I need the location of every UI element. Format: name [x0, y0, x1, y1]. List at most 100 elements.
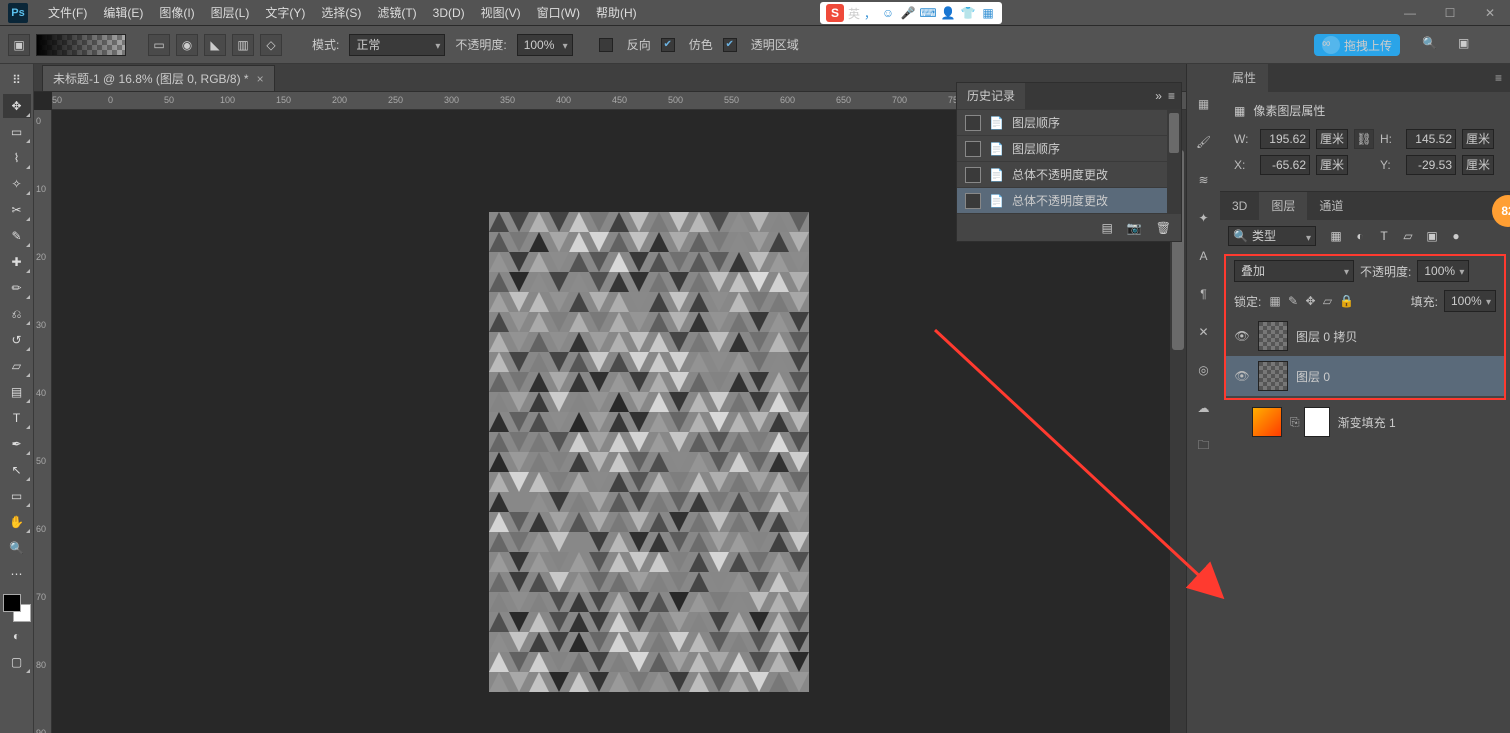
search-icon[interactable]: 🔍 [1422, 36, 1440, 54]
marquee-tool[interactable]: ▭ [3, 120, 31, 144]
filter-smart-icon[interactable]: ▣ [1424, 229, 1440, 243]
adjust-panel-icon[interactable]: ≋ [1194, 170, 1214, 190]
history-item[interactable]: 📄总体不透明度更改 [957, 161, 1181, 187]
menu-layer[interactable]: 图层(L) [203, 0, 258, 26]
eraser-tool[interactable]: ▱ [3, 354, 31, 378]
pen-tool[interactable]: ✒ [3, 432, 31, 456]
path-select-tool[interactable]: ↖ [3, 458, 31, 482]
tools-panel-icon[interactable]: ✕ [1194, 322, 1214, 342]
maximize-button[interactable]: ☐ [1430, 0, 1470, 26]
grip-icon[interactable]: ⠿ [3, 68, 31, 92]
screenmode-toggle[interactable]: ▢ [3, 650, 31, 674]
shape-tool[interactable]: ▭ [3, 484, 31, 508]
layer-row[interactable]: 👁 图层 0 [1226, 356, 1504, 396]
dither-checkbox[interactable] [661, 38, 675, 52]
color-swatch[interactable] [3, 594, 31, 622]
close-tab-icon[interactable]: × [257, 72, 264, 86]
lock-brush-icon[interactable]: ✎ [1288, 294, 1298, 308]
layer-name[interactable]: 渐变填充 1 [1338, 414, 1396, 431]
menu-select[interactable]: 选择(S) [313, 0, 369, 26]
folder-panel-icon[interactable]: 🗀 [1194, 436, 1214, 456]
transparent-checkbox[interactable] [723, 38, 737, 52]
history-panel[interactable]: 历史记录 »≡ 📄图层顺序📄图层顺序📄总体不透明度更改📄总体不透明度更改 ▤ 📷… [956, 82, 1182, 242]
fg-color[interactable] [3, 594, 21, 612]
person-icon[interactable]: 👤 [940, 5, 956, 21]
lasso-tool[interactable]: ⌇ [3, 146, 31, 170]
history-item[interactable]: 📄图层顺序 [957, 109, 1181, 135]
ime-bar[interactable]: S 英 ， ☺ 🎤 ⌨ 👤 👕 ▦ [820, 2, 1002, 24]
layer-thumbnail[interactable] [1252, 407, 1282, 437]
brush-tool[interactable]: ✏ [3, 276, 31, 300]
minimize-button[interactable]: — [1390, 0, 1430, 26]
move-tool[interactable]: ✥ [3, 94, 31, 118]
h-input[interactable]: 145.52 [1406, 129, 1456, 149]
blend-mode-dropdown[interactable]: 正常 [349, 34, 445, 56]
h-unit[interactable]: 厘米 [1462, 129, 1494, 149]
layer-thumbnail[interactable] [1258, 321, 1288, 351]
ruler-vertical[interactable]: 0102030405060708090 [34, 110, 52, 733]
reverse-checkbox[interactable] [599, 38, 613, 52]
w-unit[interactable]: 厘米 [1316, 129, 1348, 149]
layer-blend-dropdown[interactable]: 叠加 [1234, 260, 1354, 282]
y-input[interactable]: -29.53 [1406, 155, 1456, 175]
y-unit[interactable]: 厘米 [1462, 155, 1494, 175]
tool-preset-button[interactable]: ▣ [8, 34, 30, 56]
color-panel-icon[interactable]: ▦ [1194, 94, 1214, 114]
menu-3d[interactable]: 3D(D) [425, 0, 473, 26]
paragraph-panel-icon[interactable]: ¶ [1194, 284, 1214, 304]
gradient-tool[interactable]: ▤ [3, 380, 31, 404]
history-scrollbar[interactable] [1167, 109, 1181, 213]
layer-name[interactable]: 图层 0 [1296, 368, 1330, 385]
lock-all-icon[interactable]: 🔒 [1339, 294, 1354, 308]
tab-channels[interactable]: 通道 [1307, 192, 1355, 220]
tab-layers[interactable]: 图层 [1259, 192, 1307, 220]
grad-angle-icon[interactable]: ◣ [204, 34, 226, 56]
lock-pixels-icon[interactable]: ▦ [1269, 294, 1280, 308]
hand-tool[interactable]: ✋ [3, 510, 31, 534]
layer-name[interactable]: 图层 0 拷贝 [1296, 328, 1357, 345]
menu-edit[interactable]: 编辑(E) [95, 0, 151, 26]
grad-diamond-icon[interactable]: ◇ [260, 34, 282, 56]
menu-view[interactable]: 视图(V) [473, 0, 529, 26]
healing-tool[interactable]: ✚ [3, 250, 31, 274]
workspace-icon[interactable]: ▣ [1458, 36, 1476, 54]
lock-move-icon[interactable]: ✥ [1305, 294, 1315, 308]
close-button[interactable]: ✕ [1470, 0, 1510, 26]
char-panel-icon[interactable]: A [1194, 246, 1214, 266]
cloud-upload-button[interactable]: ∞ 拖拽上传 [1314, 34, 1400, 56]
filter-type-icon[interactable]: T [1376, 229, 1392, 243]
menu-type[interactable]: 文字(Y) [257, 0, 313, 26]
tab-3d[interactable]: 3D [1220, 192, 1259, 220]
x-input[interactable]: -65.62 [1260, 155, 1310, 175]
quick-select-tool[interactable]: ✧ [3, 172, 31, 196]
navigator-panel-icon[interactable]: ◎ [1194, 360, 1214, 380]
zoom-tool[interactable]: 🔍 [3, 536, 31, 560]
layer-mask-thumbnail[interactable] [1304, 407, 1330, 437]
collapse-icon[interactable]: » [1155, 89, 1162, 103]
crop-tool[interactable]: ✂ [3, 198, 31, 222]
quickmask-toggle[interactable]: ◐ [3, 624, 31, 648]
scroll-thumb[interactable] [1169, 113, 1179, 153]
w-input[interactable]: 195.62 [1260, 129, 1310, 149]
mic-icon[interactable]: 🎤 [900, 5, 916, 21]
edit-toolbar[interactable]: ⋯ [3, 562, 31, 586]
clone-tool[interactable]: ⎌ [3, 302, 31, 326]
type-tool[interactable]: T [3, 406, 31, 430]
history-brush-tool[interactable]: ↺ [3, 328, 31, 352]
toolbox-icon[interactable]: ▦ [980, 5, 996, 21]
artboard[interactable] [489, 212, 809, 692]
tab-properties[interactable]: 属性 [1220, 64, 1268, 92]
visibility-icon[interactable]: 👁 [1234, 369, 1250, 383]
history-item[interactable]: 📄图层顺序 [957, 135, 1181, 161]
menu-image[interactable]: 图像(I) [151, 0, 202, 26]
keyboard-icon[interactable]: ⌨ [920, 5, 936, 21]
document-tab[interactable]: 未标题-1 @ 16.8% (图层 0, RGB/8) * × [42, 65, 275, 91]
menu-file[interactable]: 文件(F) [40, 0, 95, 26]
snapshot-icon[interactable]: 📷 [1127, 221, 1142, 235]
lock-artboard-icon[interactable]: ▱ [1323, 294, 1332, 308]
brushes-panel-icon[interactable]: 🖌 [1194, 132, 1214, 152]
link-wh-icon[interactable]: ⛓ [1354, 129, 1374, 149]
gradient-preview[interactable] [36, 34, 126, 56]
cc-panel-icon[interactable]: ☁ [1194, 398, 1214, 418]
grad-linear-icon[interactable]: ▭ [148, 34, 170, 56]
